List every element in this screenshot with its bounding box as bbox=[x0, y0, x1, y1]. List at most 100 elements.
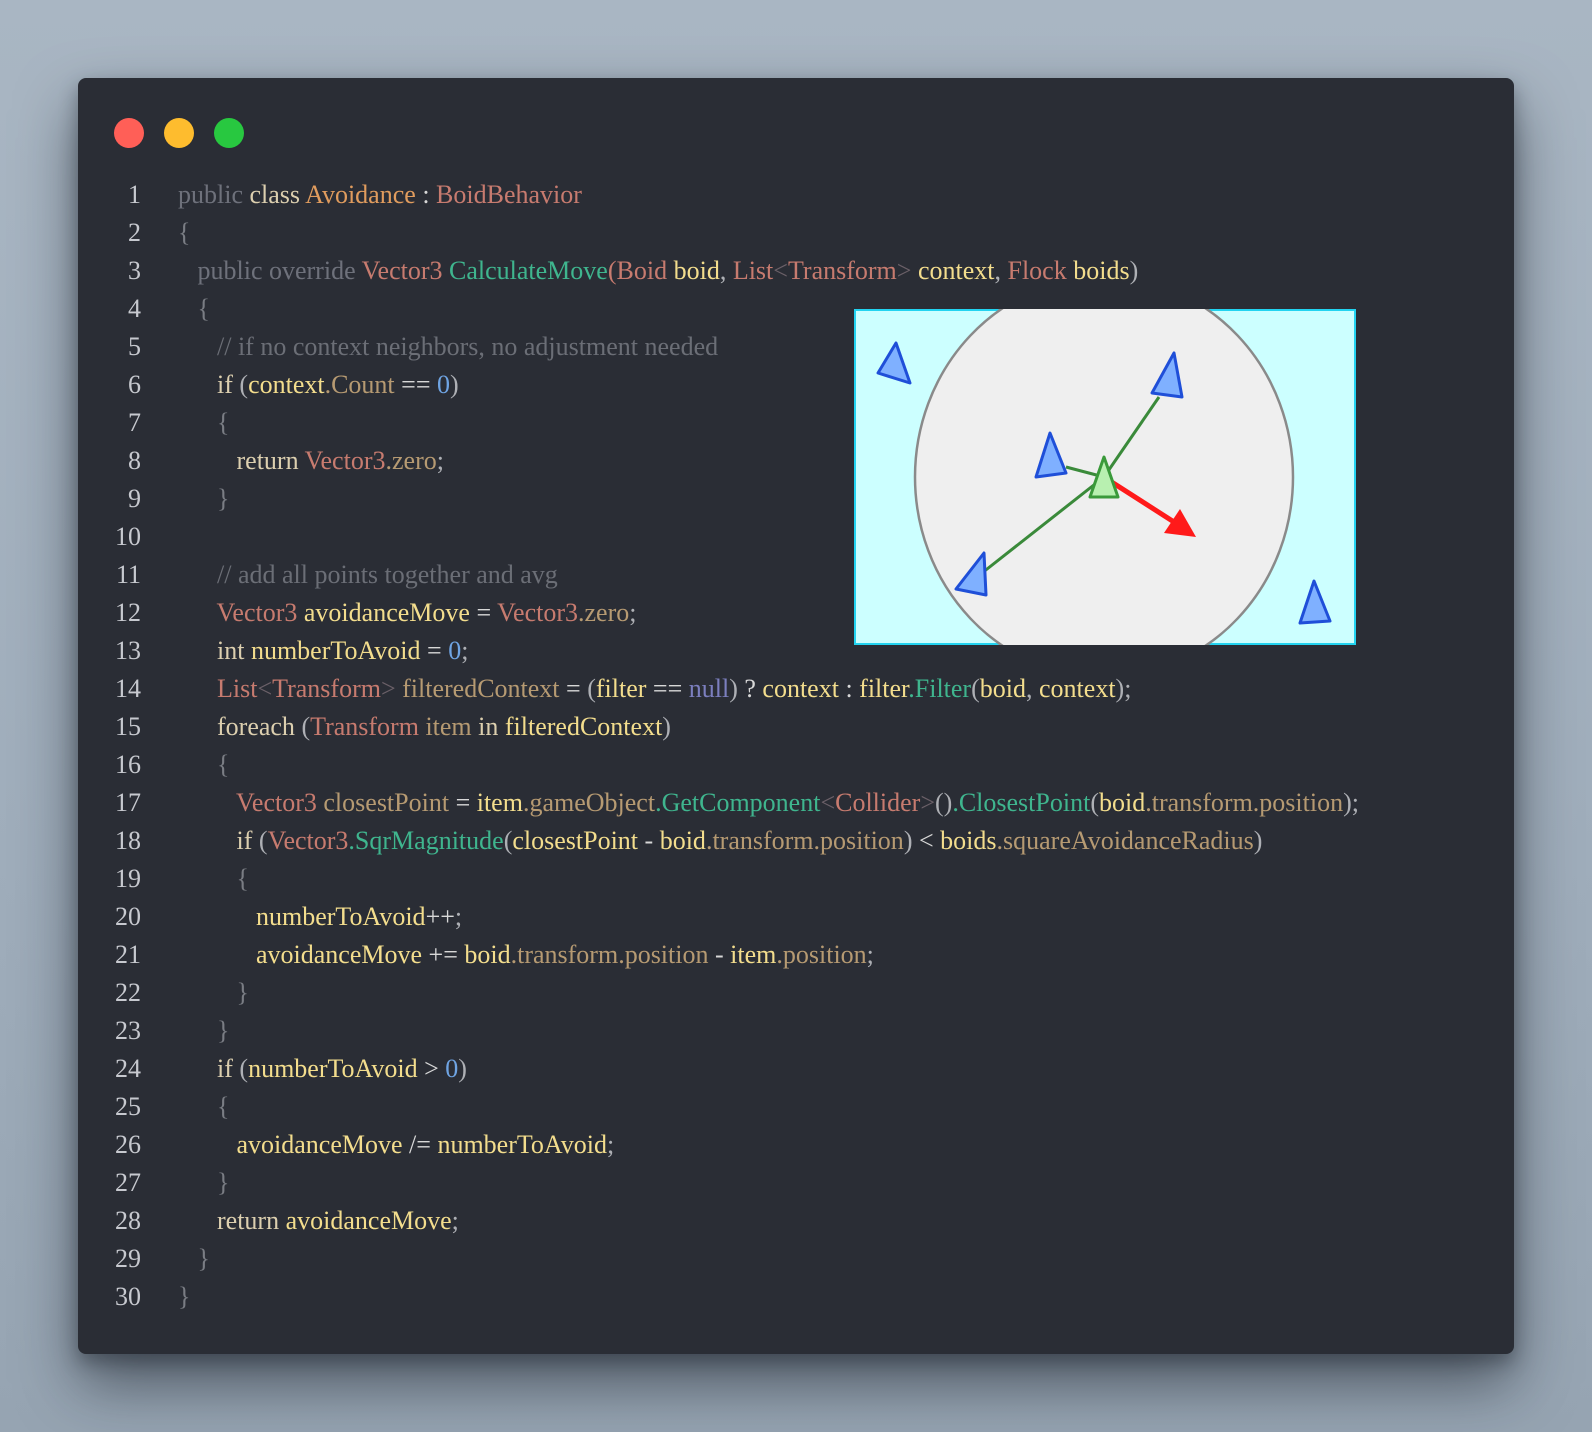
code-token: // add all points together and avg bbox=[178, 560, 558, 589]
code-token: ? bbox=[744, 674, 763, 703]
code-token: numberToAvoid bbox=[248, 1054, 425, 1083]
code-token: 0 bbox=[448, 636, 462, 665]
code-token: filteredContext bbox=[402, 674, 567, 703]
code-token: Transform bbox=[787, 256, 897, 285]
code-token: Transform bbox=[272, 674, 381, 703]
code-token: boid bbox=[464, 940, 511, 969]
code-token: } bbox=[178, 1244, 210, 1273]
code-token: - bbox=[714, 940, 731, 969]
code-token: .gameObject bbox=[522, 788, 656, 817]
code-token: ( bbox=[587, 674, 596, 703]
code-token: ); bbox=[1115, 674, 1132, 703]
line-number: 22 bbox=[115, 978, 141, 1007]
code-token: avoidanceMove bbox=[178, 940, 429, 969]
code-token: ( bbox=[1090, 788, 1099, 817]
code-token: } bbox=[178, 978, 249, 1007]
code-text: } bbox=[178, 974, 249, 1012]
code-text: { bbox=[178, 214, 190, 252]
code-text: int numberToAvoid = 0; bbox=[178, 632, 468, 670]
line-number: 30 bbox=[115, 1282, 141, 1311]
code-text: foreach (Transform item in filteredConte… bbox=[178, 708, 671, 746]
code-token: List bbox=[178, 674, 258, 703]
code-token: ); bbox=[1343, 788, 1359, 817]
line-number: 29 bbox=[115, 1244, 141, 1273]
code-token: ( bbox=[239, 1054, 249, 1083]
code-line: 27 } bbox=[78, 1164, 1514, 1202]
code-token: , bbox=[994, 256, 1008, 285]
code-token: < bbox=[820, 788, 836, 817]
code-token: ( bbox=[971, 674, 980, 703]
line-number: 1 bbox=[128, 180, 141, 209]
code-token: > bbox=[920, 788, 935, 817]
close-button[interactable] bbox=[114, 118, 144, 148]
code-token: context bbox=[762, 674, 846, 703]
code-text: if (Vector3.SqrMagnitude(closestPoint - … bbox=[178, 822, 1263, 860]
code-token: .ClosestPoint bbox=[952, 788, 1091, 817]
code-line: 26 avoidanceMove /= numberToAvoid; bbox=[78, 1126, 1514, 1164]
code-text: { bbox=[178, 860, 249, 898]
code-token: Vector3 bbox=[178, 788, 324, 817]
code-line: 21 avoidanceMove += boid.transform.posit… bbox=[78, 936, 1514, 974]
code-token: .transform.position bbox=[510, 940, 715, 969]
line-number: 23 bbox=[115, 1016, 141, 1045]
code-token: boids bbox=[940, 826, 997, 855]
code-token: > bbox=[380, 674, 403, 703]
line-number: 28 bbox=[115, 1206, 141, 1235]
code-line: 20 numberToAvoid++; bbox=[78, 898, 1514, 936]
code-line: 18 if (Vector3.SqrMagnitude(closestPoint… bbox=[78, 822, 1514, 860]
code-token: > bbox=[424, 1054, 446, 1083]
code-token: context bbox=[1039, 674, 1116, 703]
code-text: { bbox=[178, 290, 210, 328]
code-token: ) bbox=[662, 712, 671, 741]
code-token: } bbox=[178, 1016, 230, 1045]
code-token: < bbox=[257, 674, 273, 703]
code-token: = bbox=[455, 788, 477, 817]
code-token: .position bbox=[776, 940, 867, 969]
code-token: if bbox=[178, 370, 240, 399]
code-token: boids bbox=[1073, 256, 1130, 285]
code-line: 23 } bbox=[78, 1012, 1514, 1050]
code-token: closestPoint bbox=[323, 788, 456, 817]
code-token: = bbox=[427, 636, 449, 665]
code-token: < bbox=[918, 826, 941, 855]
code-text: Vector3 closestPoint = item.gameObject.G… bbox=[178, 784, 1359, 822]
minimize-button[interactable] bbox=[164, 118, 194, 148]
code-token: closestPoint bbox=[512, 826, 645, 855]
code-line: 22 } bbox=[78, 974, 1514, 1012]
code-token: CalculateMove bbox=[449, 256, 608, 285]
code-token: > bbox=[896, 256, 918, 285]
code-text: { bbox=[178, 1088, 229, 1126]
code-token: context bbox=[248, 370, 325, 399]
code-line: 14 List<Transform> filteredContext = (fi… bbox=[78, 670, 1514, 708]
code-token: 0 bbox=[437, 370, 450, 399]
code-text: public class Avoidance : BoidBehavior bbox=[178, 176, 582, 214]
line-number: 20 bbox=[115, 902, 141, 931]
line-number: 21 bbox=[115, 940, 141, 969]
line-number: 8 bbox=[128, 446, 141, 475]
code-text: } bbox=[178, 1240, 210, 1278]
code-token: .zero bbox=[578, 598, 630, 627]
line-number: 4 bbox=[128, 294, 141, 323]
code-token: ) bbox=[1129, 256, 1139, 285]
code-token: return bbox=[178, 446, 305, 475]
code-line: 16 { bbox=[78, 746, 1514, 784]
code-token: ; bbox=[461, 636, 469, 665]
code-text: if (context.Count == 0) bbox=[178, 366, 459, 404]
line-number: 13 bbox=[115, 636, 141, 665]
code-text: { bbox=[178, 404, 229, 442]
code-token: in bbox=[478, 712, 505, 741]
code-line: 19 { bbox=[78, 860, 1514, 898]
code-token: ( bbox=[239, 370, 249, 399]
line-number: 14 bbox=[115, 674, 141, 703]
code-token: Avoidance bbox=[305, 180, 416, 209]
code-token: List bbox=[732, 256, 774, 285]
code-token: numberToAvoid bbox=[250, 636, 428, 665]
code-text: Vector3 avoidanceMove = Vector3.zero; bbox=[178, 594, 637, 632]
code-token: Vector3 bbox=[178, 598, 304, 627]
code-token: .transform.position bbox=[1145, 788, 1344, 817]
code-token: avoidanceMove bbox=[178, 1130, 410, 1159]
code-token: boid bbox=[979, 674, 1027, 703]
maximize-button[interactable] bbox=[214, 118, 244, 148]
code-token: Vector3 bbox=[304, 446, 386, 475]
code-token: ) bbox=[450, 370, 459, 399]
